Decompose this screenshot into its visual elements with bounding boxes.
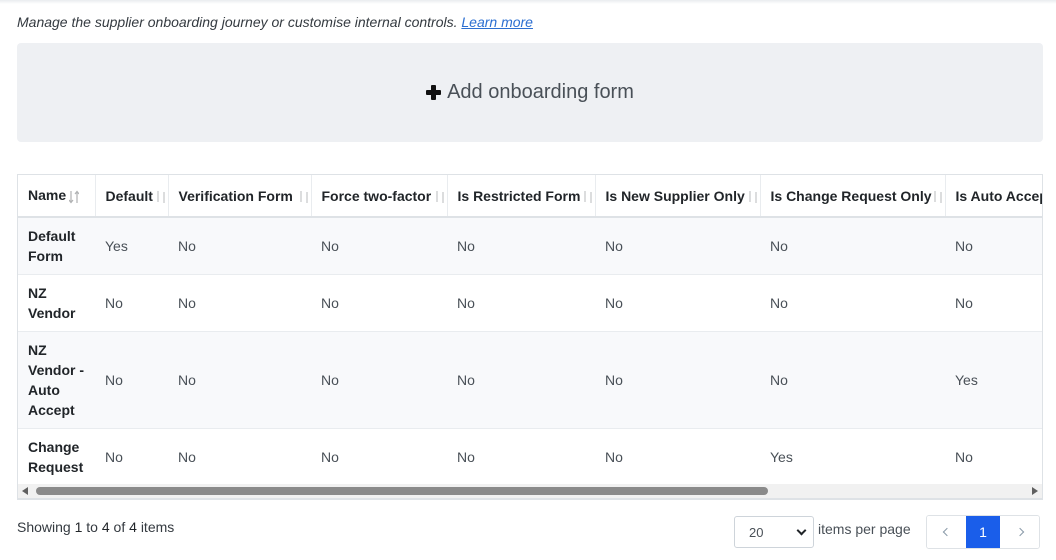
next-page-button[interactable] xyxy=(1000,516,1039,548)
pagination-summary: Showing 1 to 4 of 4 items xyxy=(17,519,175,535)
scroll-left-icon[interactable] xyxy=(22,487,28,495)
sort-icon[interactable] xyxy=(933,190,943,204)
cell-name: NZ Vendor - Auto Accept xyxy=(18,331,95,429)
cell-verification-form: No xyxy=(168,217,311,275)
cell-verification-form: No xyxy=(168,274,311,332)
cell-is-change-request-only: No xyxy=(760,274,945,332)
cell-default: No xyxy=(95,274,168,332)
intro-description: Manage the supplier onboarding journey o… xyxy=(17,14,458,30)
column-header-default[interactable]: Default xyxy=(95,175,169,218)
add-onboarding-form-button[interactable]: Add onboarding form xyxy=(17,43,1043,142)
learn-more-link[interactable]: Learn more xyxy=(461,14,533,30)
add-onboarding-form-content: Add onboarding form xyxy=(426,81,634,104)
top-divider xyxy=(0,0,1056,4)
column-header-force-two-factor[interactable]: Force two-factor xyxy=(311,175,448,218)
cell-default: No xyxy=(95,331,168,429)
cell-is-new-supplier-only: No xyxy=(595,428,760,486)
horizontal-scrollbar[interactable] xyxy=(17,484,1043,499)
cell-is-auto-accept: Yes xyxy=(945,331,1042,429)
chevron-left-icon xyxy=(942,527,951,537)
cell-is-restricted-form: No xyxy=(447,331,595,429)
column-header-name[interactable]: Name xyxy=(18,175,96,218)
column-header-is-restricted-form[interactable]: Is Restricted Form xyxy=(447,175,596,218)
cell-is-new-supplier-only: No xyxy=(595,331,760,429)
table-row[interactable]: NZ Vendor No No No No No No No xyxy=(18,274,1042,332)
onboarding-forms-grid: Name Default Verification Form Force two… xyxy=(17,174,1043,500)
cell-name: NZ Vendor xyxy=(18,274,95,332)
sort-icon[interactable] xyxy=(156,190,166,204)
sort-icon[interactable] xyxy=(583,190,593,204)
cell-force-two-factor: No xyxy=(311,428,447,486)
cell-default: No xyxy=(95,428,168,486)
cell-is-change-request-only: No xyxy=(760,217,945,275)
chevron-down-icon xyxy=(796,525,807,536)
table-row[interactable]: Change Request No No No No No Yes No xyxy=(18,428,1042,486)
intro-text: Manage the supplier onboarding journey o… xyxy=(17,14,533,30)
scroll-right-icon[interactable] xyxy=(1032,487,1038,495)
scrollbar-thumb[interactable] xyxy=(36,487,768,495)
table-row[interactable]: NZ Vendor - Auto Accept No No No No No N… xyxy=(18,331,1042,429)
cell-is-auto-accept: No xyxy=(945,428,1042,486)
onboarding-forms-table: Name Default Verification Form Force two… xyxy=(18,175,1042,486)
cell-is-auto-accept: No xyxy=(945,274,1042,332)
add-onboarding-form-label: Add onboarding form xyxy=(447,81,634,103)
page-size-value: 20 xyxy=(749,524,764,540)
cell-default: Yes xyxy=(95,217,168,275)
cell-is-restricted-form: No xyxy=(447,217,595,275)
items-per-page-label: items per page xyxy=(818,521,911,537)
cell-is-new-supplier-only: No xyxy=(595,274,760,332)
table-row[interactable]: Default Form Yes No No No No No No xyxy=(18,217,1042,275)
previous-page-button[interactable] xyxy=(927,516,966,548)
sort-icon[interactable] xyxy=(748,190,758,204)
table-header-row: Name Default Verification Form Force two… xyxy=(18,175,1042,218)
cell-is-restricted-form: No xyxy=(447,428,595,486)
cell-force-two-factor: No xyxy=(311,331,447,429)
column-header-is-auto-accept[interactable]: Is Auto Accep xyxy=(945,175,1042,218)
cell-name: Default Form xyxy=(18,217,95,275)
plus-icon xyxy=(426,85,442,100)
cell-name: Change Request xyxy=(18,428,95,486)
cell-force-two-factor: No xyxy=(311,274,447,332)
cell-verification-form: No xyxy=(168,331,311,429)
cell-is-change-request-only: Yes xyxy=(760,428,945,486)
cell-is-new-supplier-only: No xyxy=(595,217,760,275)
page-button-current[interactable]: 1 xyxy=(966,516,1000,548)
sort-icon[interactable] xyxy=(299,190,309,204)
pagination: 1 xyxy=(926,515,1040,549)
cell-force-two-factor: No xyxy=(311,217,447,275)
column-header-verification-form[interactable]: Verification Form xyxy=(168,175,312,218)
chevron-right-icon xyxy=(1015,527,1024,537)
sort-icon[interactable] xyxy=(435,190,445,204)
cell-verification-form: No xyxy=(168,428,311,486)
cell-is-restricted-form: No xyxy=(447,274,595,332)
cell-is-change-request-only: No xyxy=(760,331,945,429)
sort-icon[interactable] xyxy=(69,190,80,204)
column-header-is-change-request-only[interactable]: Is Change Request Only xyxy=(760,175,946,218)
cell-is-auto-accept: No xyxy=(945,217,1042,275)
page-size-select[interactable]: 20 xyxy=(734,516,814,548)
column-header-is-new-supplier-only[interactable]: Is New Supplier Only xyxy=(595,175,761,218)
